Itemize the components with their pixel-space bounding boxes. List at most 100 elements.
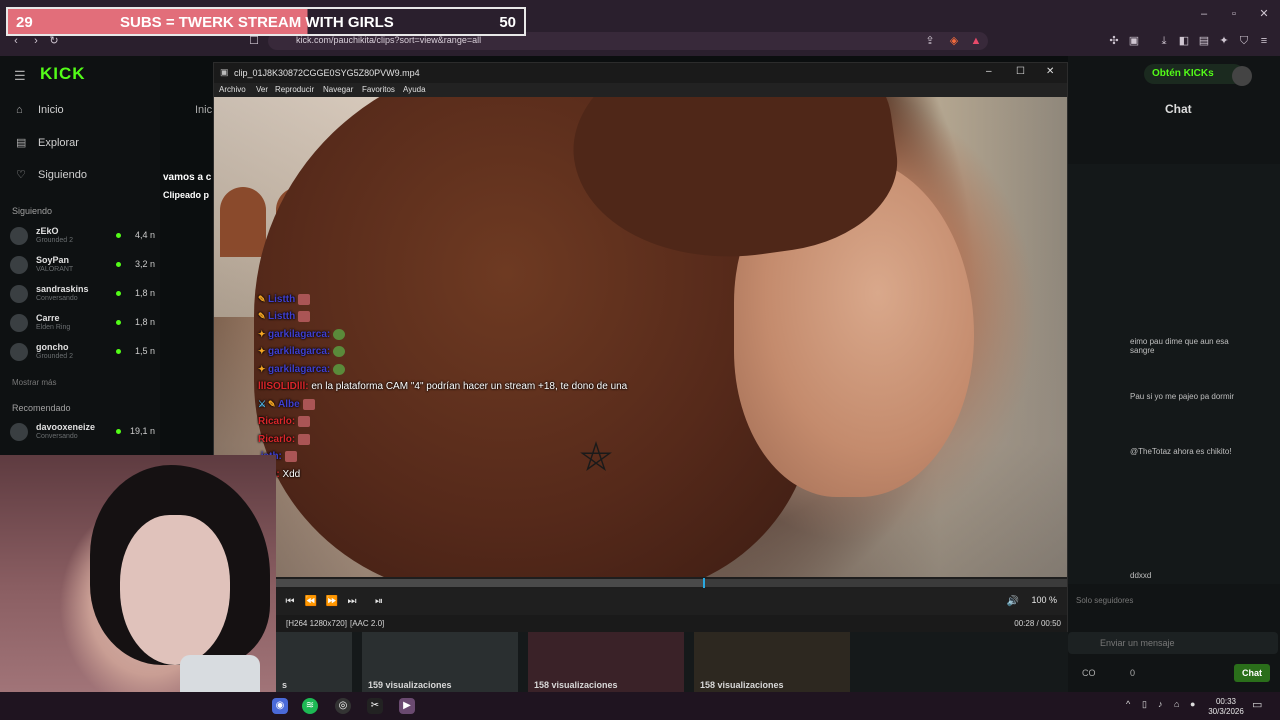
channel-name: davooxeneize	[36, 422, 96, 432]
maximize-icon[interactable]: ▫	[1226, 6, 1242, 22]
clip-thumbnail[interactable]: s	[276, 632, 352, 692]
live-dot	[116, 233, 121, 238]
channel-category: VALORANT	[36, 266, 74, 273]
chat-messages	[1068, 164, 1280, 584]
emote-icon	[298, 294, 311, 305]
chat-text: en la plataforma CAM "4" podrían hacer u…	[311, 381, 628, 392]
tabs-icon[interactable]: ▤	[1196, 33, 1212, 49]
channel-row[interactable]: zEkO Grounded 2 4,4 n	[10, 224, 155, 250]
live-dot	[116, 262, 121, 267]
player-close-icon[interactable]: ✕	[1046, 66, 1054, 77]
menu-reproducir[interactable]: Reproducir	[275, 85, 314, 94]
volume-icon[interactable]: 🔊	[1005, 594, 1021, 610]
viewer-count: 4,4 n	[134, 230, 155, 240]
emote-icon	[298, 434, 311, 445]
brave-shield-icon[interactable]: ◈	[946, 33, 962, 49]
obs-taskbar-icon[interactable]: ◎	[335, 698, 351, 714]
skip-forward-icon[interactable]: ⏭	[344, 594, 360, 610]
menu-ayuda[interactable]: Ayuda	[403, 85, 426, 94]
overlay-chat-line: ✦ garkilagarca:	[258, 364, 346, 380]
clip-thumbnail[interactable]: 158 visualizaciones	[694, 632, 850, 692]
skip-back-icon[interactable]: ⏮	[282, 594, 298, 610]
channel-row[interactable]: SoyPan VALORANT 3,2 n	[10, 253, 155, 279]
nav-inicio[interactable]: ⌂ Inicio	[16, 104, 64, 116]
ai-icon[interactable]: ✦	[1216, 33, 1232, 49]
nav-label: Inicio	[38, 104, 64, 116]
menu-icon[interactable]: ≡	[1256, 33, 1272, 49]
clock-time: 00:33	[1215, 697, 1237, 706]
chat-button-label: Chat	[1242, 668, 1262, 678]
chat-username: Listth	[268, 311, 296, 323]
media-player-taskbar-icon[interactable]: ▶	[399, 698, 415, 714]
channel-row[interactable]: davooxeneize Conversando 19,1 n	[10, 420, 155, 446]
kick-logo[interactable]: KICK	[40, 64, 86, 84]
sidebar-icon[interactable]: ◧	[1176, 33, 1192, 49]
clip-views: 158 visualizaciones	[534, 680, 618, 690]
nav-explorar[interactable]: ▤ Explorar	[16, 136, 79, 149]
channel-category: Conversando	[36, 433, 78, 440]
clip-thumbnail[interactable]: 158 visualizaciones	[528, 632, 684, 692]
hamburger-icon[interactable]: ☰	[14, 68, 26, 84]
mic-icon[interactable]: ●	[1190, 699, 1195, 709]
browse-icon: ▤	[16, 137, 27, 149]
overlay-chat-line: Ricarlo:	[258, 416, 311, 432]
menu-favoritos[interactable]: Favoritos	[362, 85, 395, 94]
menu-archivo[interactable]: Archivo	[219, 85, 246, 94]
tray-app-icon[interactable]: ▯	[1142, 699, 1147, 710]
chat-input[interactable]: Enviar un mensaje	[1068, 632, 1278, 654]
user-avatar[interactable]	[1232, 66, 1252, 86]
brave-rewards-icon[interactable]: ▲	[968, 33, 984, 49]
rewind-icon[interactable]: ⏪	[303, 594, 319, 610]
overlay-chat-line: ✦ garkilagarca:	[258, 329, 346, 345]
close-icon[interactable]: ✕	[1256, 6, 1272, 22]
nav-siguiendo[interactable]: ♡ Siguiendo	[16, 168, 87, 181]
clip-thumbnail[interactable]: 159 visualizaciones	[362, 632, 518, 692]
channel-row[interactable]: goncho Grounded 2 1,5 n	[10, 340, 155, 366]
player-minimize-icon[interactable]: –	[986, 66, 992, 77]
show-more-link[interactable]: Mostrar más	[12, 378, 56, 387]
play-pause-icon[interactable]: ⏯	[371, 594, 387, 610]
wallet-icon[interactable]: ▣	[1126, 33, 1142, 49]
vpn-icon[interactable]: ⛉	[1236, 33, 1252, 49]
avatar	[10, 227, 28, 245]
player-maximize-icon[interactable]: ☐	[1016, 66, 1025, 77]
chrome-taskbar-icon[interactable]: ◉	[272, 698, 288, 714]
channel-row[interactable]: Carre Elden Ring 1,8 n	[10, 311, 155, 337]
channel-row[interactable]: sandraskins Conversando 1,8 n	[10, 282, 155, 308]
extensions-icon[interactable]: ✣	[1106, 33, 1122, 49]
minimize-icon[interactable]: –	[1196, 6, 1212, 22]
network-icon[interactable]: ⌂	[1174, 699, 1179, 709]
emote-icon	[333, 346, 346, 357]
page-tab[interactable]: Inic	[195, 104, 212, 116]
spotify-taskbar-icon[interactable]: ≋	[302, 698, 318, 714]
seek-progress	[276, 579, 703, 587]
clip-title: vamos a c	[163, 172, 212, 183]
share-icon[interactable]: ⇪	[922, 33, 938, 49]
avatar	[10, 423, 28, 441]
seek-handle[interactable]	[703, 578, 705, 588]
notification-icon[interactable]: ▭	[1252, 698, 1262, 711]
pencil-badge-icon: ✎	[268, 399, 276, 410]
clock[interactable]: 00:33 30/3/2026	[1208, 697, 1244, 717]
tray-chevron-icon[interactable]: ^	[1126, 699, 1130, 709]
following-heading: Siguiendo	[12, 206, 53, 216]
bulb-badge-icon: ✦	[258, 346, 266, 357]
capcut-taskbar-icon[interactable]: ✂	[367, 698, 383, 714]
webcam-overlay	[0, 455, 276, 720]
chat-send-button[interactable]: Chat	[1234, 664, 1270, 682]
video-frame[interactable]: ⛤ ✎ Listth ✎ Listth ✦ garkilagarca: ✦ garkil…	[214, 97, 1067, 577]
overlay-chat-line: lllSOLIDlll: en la plataforma CAM "4" po…	[258, 381, 627, 397]
menu-navegar[interactable]: Navegar	[323, 85, 353, 94]
viewer-count: 19,1 n	[129, 426, 155, 436]
volume-level[interactable]: 100 %	[1031, 595, 1057, 605]
downloads-icon[interactable]: ⤓	[1156, 33, 1172, 49]
fast-forward-icon[interactable]: ⏩	[324, 594, 340, 610]
goal-target: 50	[499, 14, 516, 31]
clips-grid: s 159 visualizaciones 158 visualizacione…	[276, 632, 1068, 692]
seek-bar[interactable]	[276, 578, 1067, 588]
menu-ver[interactable]: Ver	[256, 85, 268, 94]
speaker-icon[interactable]: ♪	[1158, 699, 1163, 709]
get-kicks-button[interactable]: Obtén KICKs	[1144, 64, 1244, 84]
channel-name: zEkO	[36, 226, 59, 236]
emote-icon	[298, 311, 311, 322]
